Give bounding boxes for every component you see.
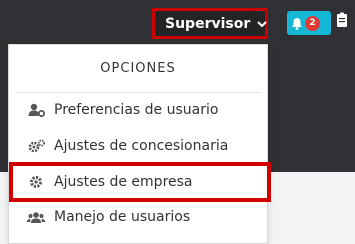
menu-item-label: Ajustes de concesionaria: [54, 138, 229, 154]
options-dropdown: OPCIONES Preferencias de usuario Ajustes…: [8, 44, 271, 244]
menu-item-label: Preferencias de usuario: [54, 102, 219, 118]
bell-icon: [291, 17, 303, 30]
menu-item-dealership-settings[interactable]: Ajustes de concesionaria: [9, 128, 267, 164]
notification-count-badge: 2: [305, 15, 320, 31]
user-gear-icon: [27, 103, 45, 117]
highlight-box: [9, 162, 271, 202]
chevron-down-icon: [257, 20, 267, 28]
dropdown-title: OPCIONES: [100, 61, 176, 76]
menu-item-label: Manejo de usuarios: [54, 209, 191, 225]
notifications-button[interactable]: 2: [287, 11, 331, 35]
menu-item-user-management[interactable]: Manejo de usuarios: [9, 199, 267, 235]
menu-item-user-preferences[interactable]: Preferencias de usuario: [9, 92, 267, 128]
users-icon: [27, 211, 45, 224]
clipboard-icon[interactable]: [336, 12, 348, 28]
user-menu-button[interactable]: Supervisor: [152, 8, 268, 39]
user-menu-label: Supervisor: [165, 15, 251, 32]
gears-icon: [27, 139, 45, 153]
